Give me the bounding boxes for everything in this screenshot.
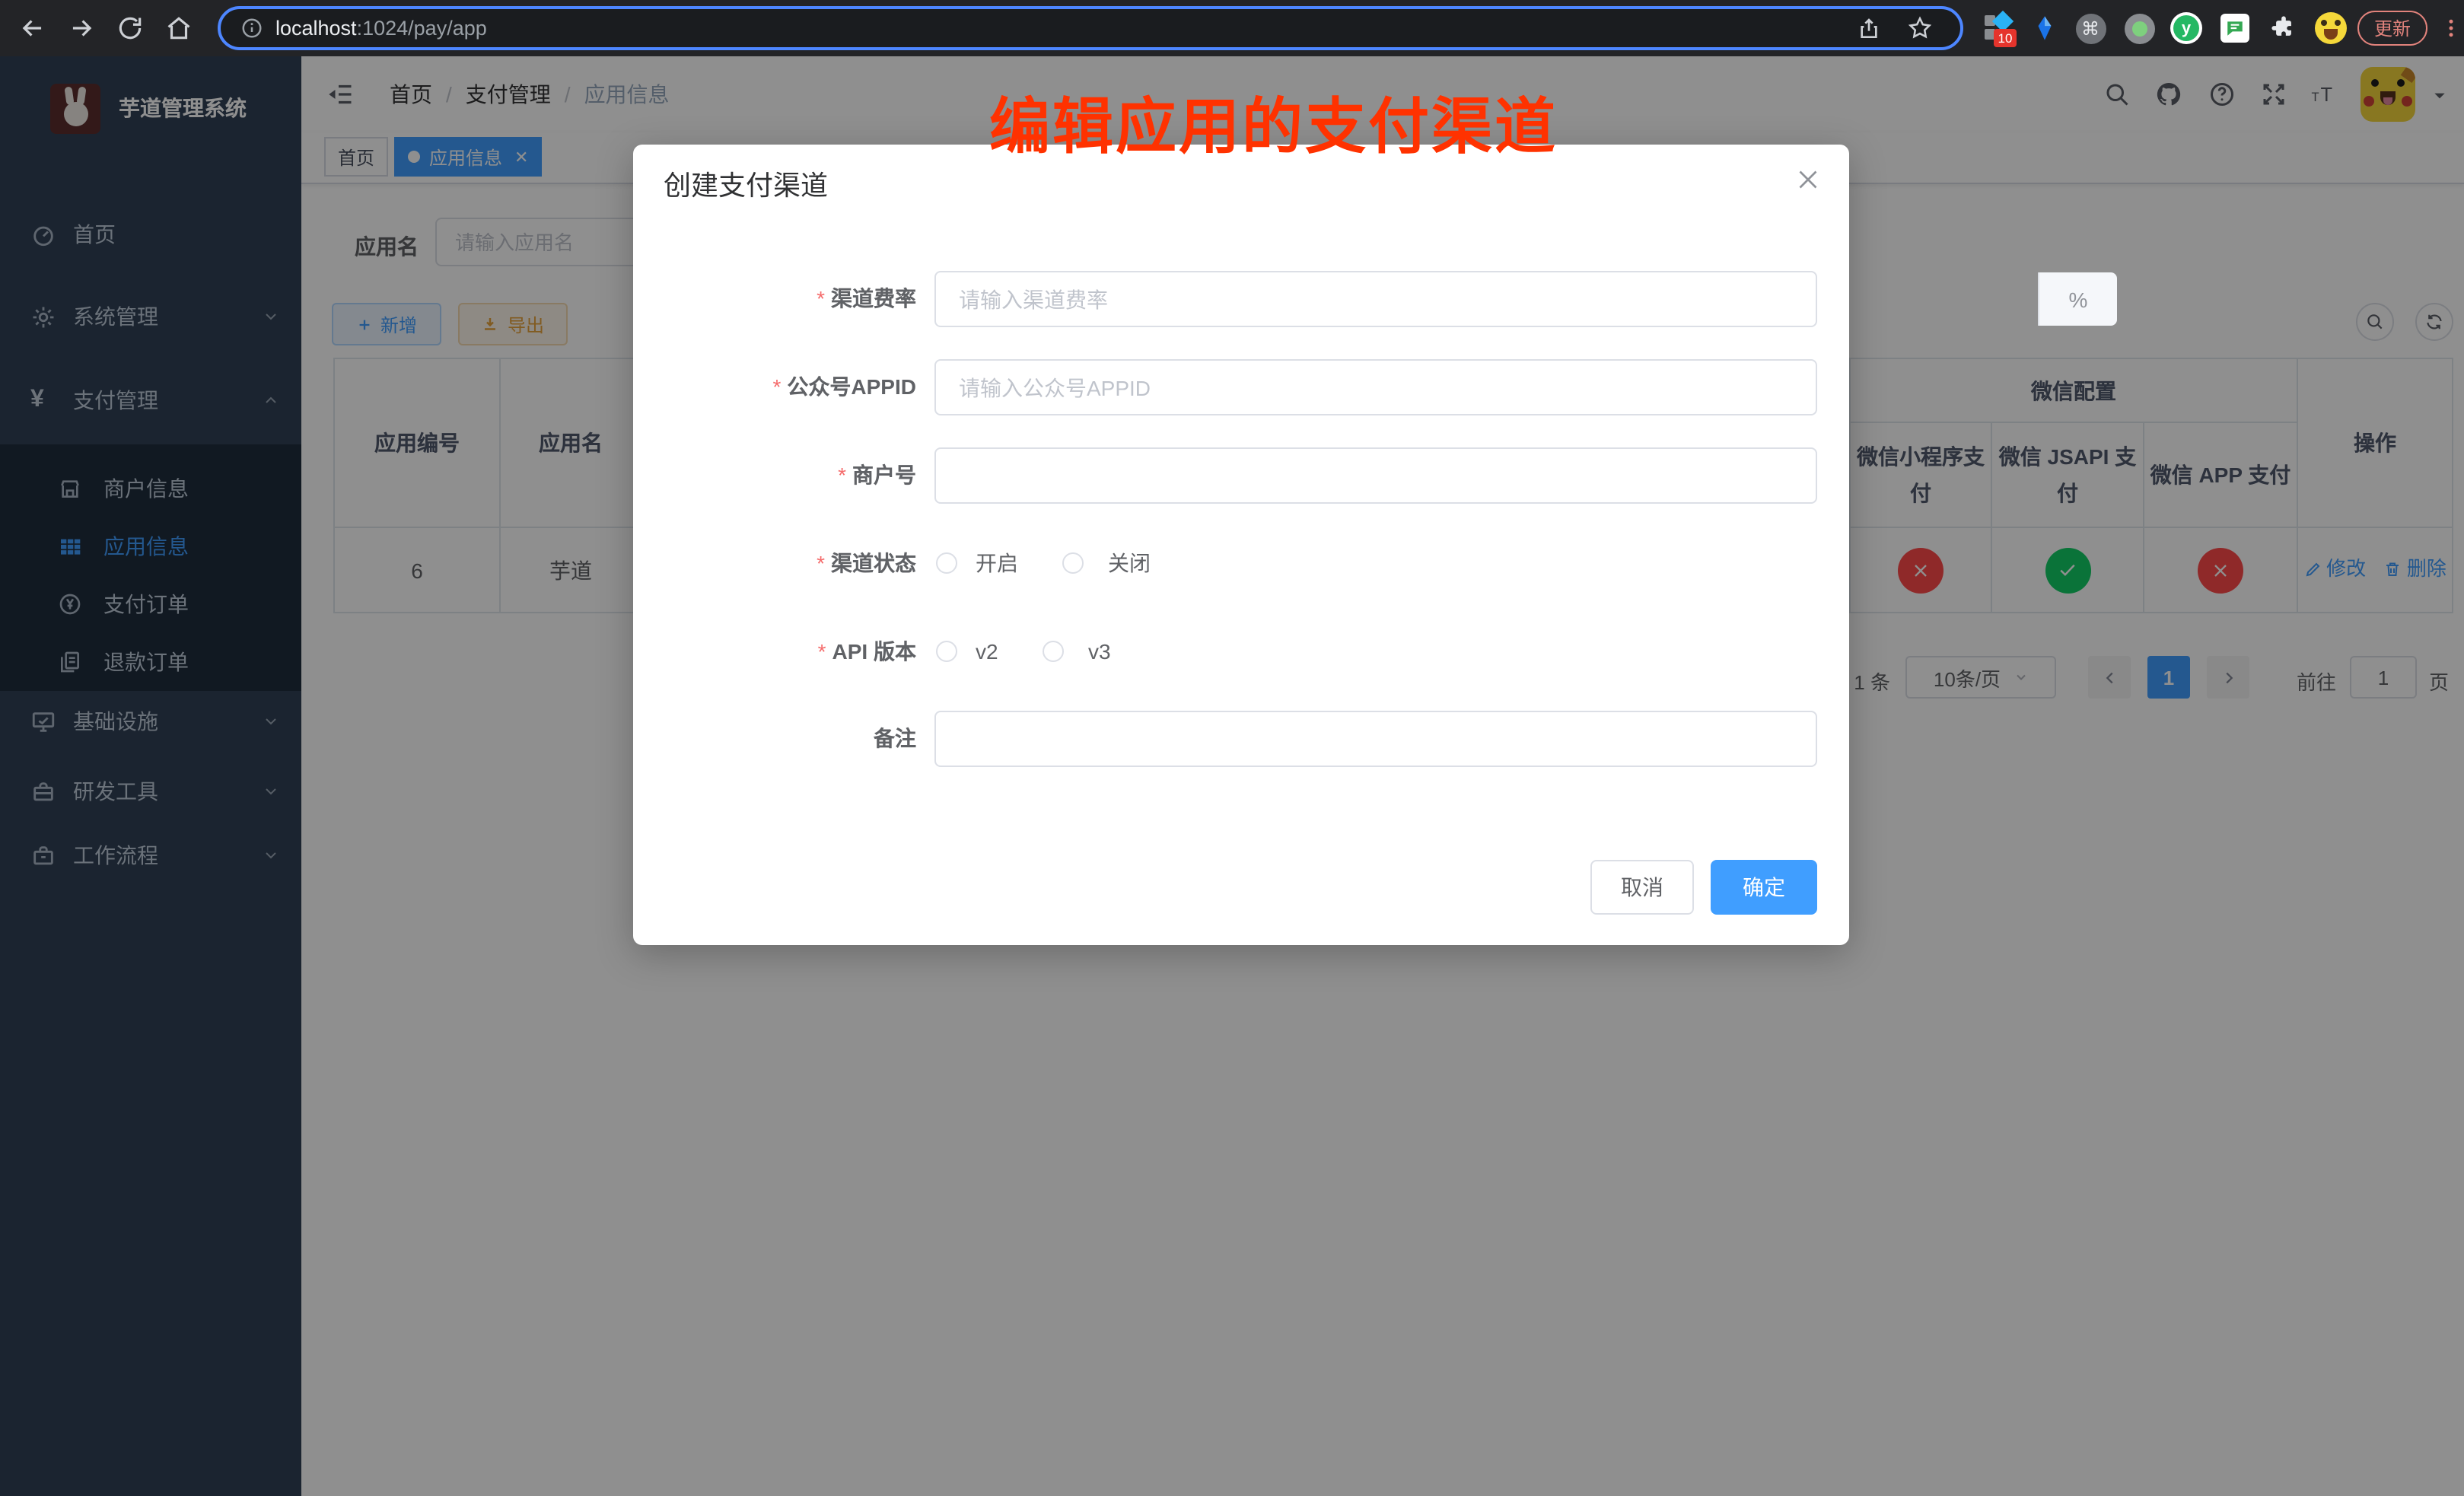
remark-label: 备注: [633, 723, 916, 753]
rate-suffix: %: [2038, 272, 2117, 326]
api-v3-label[interactable]: v3: [1088, 641, 1111, 662]
bookmark-star-icon[interactable]: [1907, 15, 1933, 41]
share-icon[interactable]: [1857, 16, 1881, 40]
url-host: localhost: [275, 17, 357, 40]
profile-emoji-icon[interactable]: [2315, 12, 2347, 44]
extension-yudao-icon[interactable]: y: [2170, 12, 2202, 44]
extension-chat-icon[interactable]: [2219, 12, 2251, 44]
status-off-radio[interactable]: [1062, 552, 1084, 574]
create-channel-dialog: 创建支付渠道 *渠道费率 % *公众号APPID *商户号 *渠道状态 开启 关…: [633, 145, 1849, 945]
browser-chrome: localhost:1024/pay/app 10 ⌘ y: [0, 0, 2464, 56]
status-on-radio[interactable]: [936, 552, 957, 574]
status-off-label[interactable]: 关闭: [1108, 552, 1151, 574]
annotation-text: 编辑应用的支付渠道: [989, 78, 1558, 166]
appid-label: *公众号APPID: [633, 371, 916, 402]
api-version-label: *API 版本: [633, 636, 916, 667]
browser-menu-icon[interactable]: [2435, 12, 2464, 44]
rate-label: *渠道费率: [633, 283, 916, 314]
browser-reload-icon[interactable]: [116, 14, 145, 43]
merchant-label: *商户号: [633, 460, 916, 490]
extension-record-icon[interactable]: [2123, 12, 2155, 44]
browser-update-button[interactable]: 更新: [2357, 11, 2427, 46]
extensions-puzzle-icon[interactable]: [2268, 12, 2300, 44]
dialog-close-icon[interactable]: [1794, 166, 1822, 193]
status-label: *渠道状态: [633, 548, 916, 578]
appid-input[interactable]: [934, 359, 1817, 415]
browser-home-icon[interactable]: [164, 14, 193, 43]
extension-pin-icon[interactable]: 10: [1983, 12, 2015, 44]
dialog-title: 创建支付渠道: [664, 164, 828, 204]
url-path: :1024/pay/app: [357, 17, 487, 40]
remark-input[interactable]: [934, 711, 1817, 767]
extension-command-icon[interactable]: ⌘: [2074, 12, 2106, 44]
merchant-input[interactable]: [934, 447, 1817, 504]
rate-input[interactable]: [934, 271, 1817, 327]
cancel-button[interactable]: 取消: [1590, 860, 1694, 915]
confirm-button[interactable]: 确定: [1711, 860, 1817, 915]
site-info-icon[interactable]: [240, 17, 263, 40]
url-bar[interactable]: localhost:1024/pay/app: [218, 6, 1963, 50]
extension-badge: 10: [1994, 29, 2017, 47]
browser-forward-icon[interactable]: [67, 14, 96, 43]
api-v3-radio[interactable]: [1043, 641, 1064, 662]
browser-back-icon[interactable]: [18, 14, 47, 43]
status-on-label[interactable]: 开启: [976, 552, 1018, 574]
api-v2-label[interactable]: v2: [976, 641, 998, 662]
viewport: localhost:1024/pay/app 10 ⌘ y: [0, 0, 2464, 1496]
extension-kite-icon[interactable]: [2029, 12, 2061, 44]
api-v2-radio[interactable]: [936, 641, 957, 662]
